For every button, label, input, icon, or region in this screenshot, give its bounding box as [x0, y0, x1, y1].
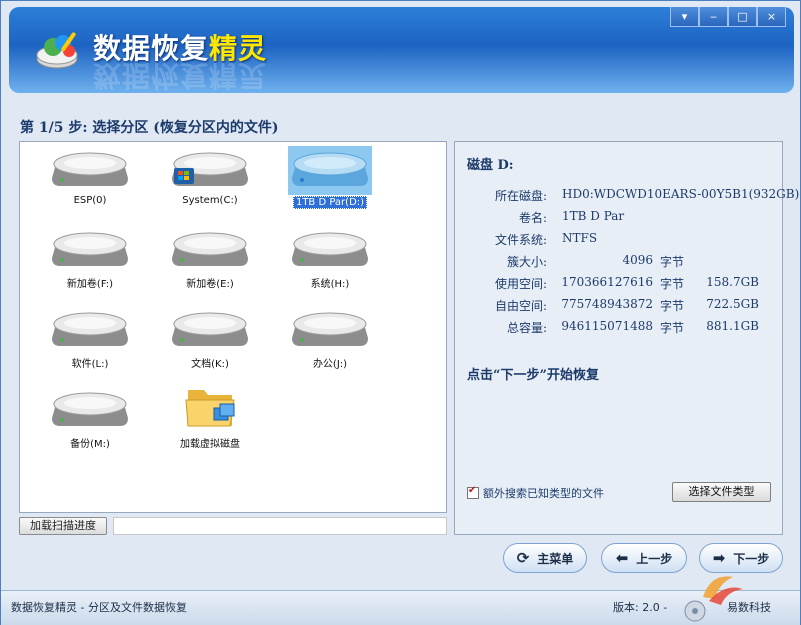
- info-value: 1TB D Par: [562, 209, 625, 223]
- partition-label: 系统(H:): [310, 279, 350, 290]
- partition-label: System(C:): [182, 195, 238, 206]
- partition-l[interactable]: 软件(L:): [40, 308, 140, 370]
- extra-search-checkbox[interactable]: 额外搜索已知类型的文件: [467, 485, 604, 501]
- info-gb: 722.5GB: [706, 297, 759, 311]
- info-number: 775748943872: [561, 297, 653, 311]
- partition-system-c[interactable]: System(C:): [160, 148, 260, 206]
- app-window: 数据恢复精灵 数据恢复精灵 ▾ ‒ □ × 第 1/5 步: 选择分区 (恢复分…: [0, 0, 801, 625]
- title-banner: 数据恢复精灵 数据恢复精灵 ▾ ‒ □ ×: [9, 7, 794, 93]
- load-scan-progress-button[interactable]: 加载扫描进度: [19, 517, 107, 535]
- window-controls: ▾ ‒ □ ×: [670, 7, 786, 27]
- hard-disk-icon: [52, 392, 128, 426]
- status-text: 数据恢复精灵 - 分区及文件数据恢复: [11, 601, 187, 614]
- info-key: 文件系统:: [494, 233, 547, 247]
- partition-h[interactable]: 系统(H:): [280, 228, 380, 290]
- arrow-left-icon: ⬅: [615, 549, 629, 567]
- hard-disk-icon: [172, 232, 248, 266]
- partition-label: ESP(0): [73, 195, 107, 206]
- hard-disk-icon: [52, 152, 128, 186]
- app-title-reflection-main: 数据恢复: [93, 59, 210, 92]
- info-value: NTFS: [562, 231, 598, 245]
- info-number: 170366127616: [561, 275, 653, 289]
- info-unit: 字节: [660, 321, 685, 335]
- info-unit: 字节: [660, 255, 685, 269]
- info-unit: 字节: [660, 277, 685, 291]
- checkbox-checked-icon[interactable]: [467, 485, 479, 499]
- partition-f[interactable]: 新加卷(F:): [40, 228, 140, 290]
- app-logo-icon: [36, 32, 78, 69]
- arrow-right-icon: ➡: [712, 549, 726, 567]
- app-title-reflection-accent: 精灵: [209, 59, 268, 92]
- hard-disk-icon: [292, 232, 368, 266]
- partition-label: 新加卷(E:): [186, 279, 234, 290]
- partition-label: 加载虚拟磁盘: [180, 439, 240, 450]
- main-menu-button[interactable]: ⟳ 主菜单: [503, 543, 587, 573]
- partition-label: 1TB D Par(D:): [280, 196, 380, 209]
- partition-label: 文档(K:): [191, 359, 229, 370]
- partition-label: 新加卷(F:): [66, 279, 114, 290]
- step-title: 第 1/5 步: 选择分区 (恢复分区内的文件): [20, 120, 279, 136]
- partition-k[interactable]: 文档(K:): [160, 308, 260, 370]
- partition-label: 备份(M:): [70, 439, 110, 450]
- partition-label: 软件(L:): [71, 359, 109, 370]
- scan-progress-bar: [113, 517, 447, 535]
- partition-j[interactable]: 办公(J:): [280, 308, 380, 370]
- extra-search-label: 额外搜索已知类型的文件: [483, 487, 604, 500]
- menu-dropdown-button[interactable]: ▾: [670, 7, 699, 27]
- load-virtual-disk[interactable]: 加载虚拟磁盘: [160, 384, 260, 450]
- info-key: 使用空间:: [494, 277, 547, 291]
- partition-e[interactable]: 新加卷(E:): [160, 228, 260, 290]
- info-number: 946115071488: [561, 319, 653, 333]
- app-title-reflection: 数据恢复精灵: [93, 57, 267, 97]
- main-menu-label: 主菜单: [537, 551, 574, 566]
- next-step-label: 下一步: [733, 551, 770, 566]
- info-key: 簇大小:: [506, 255, 547, 269]
- close-button[interactable]: ×: [757, 7, 786, 27]
- partition-d-selected[interactable]: 1TB D Par(D:): [280, 146, 380, 209]
- select-file-types-button[interactable]: 选择文件类型: [672, 482, 771, 502]
- hard-disk-icon: [52, 312, 128, 346]
- info-gb: 881.1GB: [706, 319, 759, 333]
- system-disk-icon: [172, 152, 248, 186]
- info-key: 卷名:: [518, 211, 547, 225]
- info-gb: 158.7GB: [706, 275, 759, 289]
- watermark-logo-icon: [684, 576, 743, 622]
- hard-disk-icon: [292, 152, 368, 186]
- selection-highlight: [288, 146, 372, 195]
- virtual-disk-folder-icon: [185, 390, 235, 427]
- hard-disk-icon: [52, 232, 128, 266]
- partition-list: ESP(0) System(C:) 1TB D Par(D:) 新加卷(F:) …: [19, 141, 447, 513]
- refresh-icon: ⟳: [516, 549, 530, 567]
- info-key: 所在磁盘:: [494, 189, 547, 203]
- disk-heading: 磁盘 D:: [467, 158, 514, 173]
- next-step-hint: 点击“下一步”开始恢复: [467, 368, 599, 383]
- hard-disk-icon: [172, 312, 248, 346]
- info-unit: 字节: [660, 299, 685, 313]
- minimize-button[interactable]: ‒: [699, 7, 728, 27]
- info-value: HD0:WDCWD10EARS-00Y5B1(932GB): [562, 187, 800, 201]
- hard-disk-icon: [292, 312, 368, 346]
- disk-info-panel: 磁盘 D: 所在磁盘: HD0:WDCWD10EARS-00Y5B1(932GB…: [454, 141, 799, 535]
- prev-step-label: 上一步: [636, 551, 673, 566]
- partition-label: 办公(J:): [312, 359, 348, 370]
- prev-step-button[interactable]: ⬅ 上一步: [601, 543, 687, 573]
- maximize-button[interactable]: □: [728, 7, 757, 27]
- version-text: 版本: 2.0 -: [613, 601, 668, 614]
- info-number: 4096: [622, 253, 653, 267]
- info-key: 自由空间:: [494, 299, 547, 313]
- partition-m[interactable]: 备份(M:): [40, 388, 140, 450]
- partition-esp[interactable]: ESP(0): [40, 148, 140, 206]
- info-key: 总容量:: [506, 321, 547, 335]
